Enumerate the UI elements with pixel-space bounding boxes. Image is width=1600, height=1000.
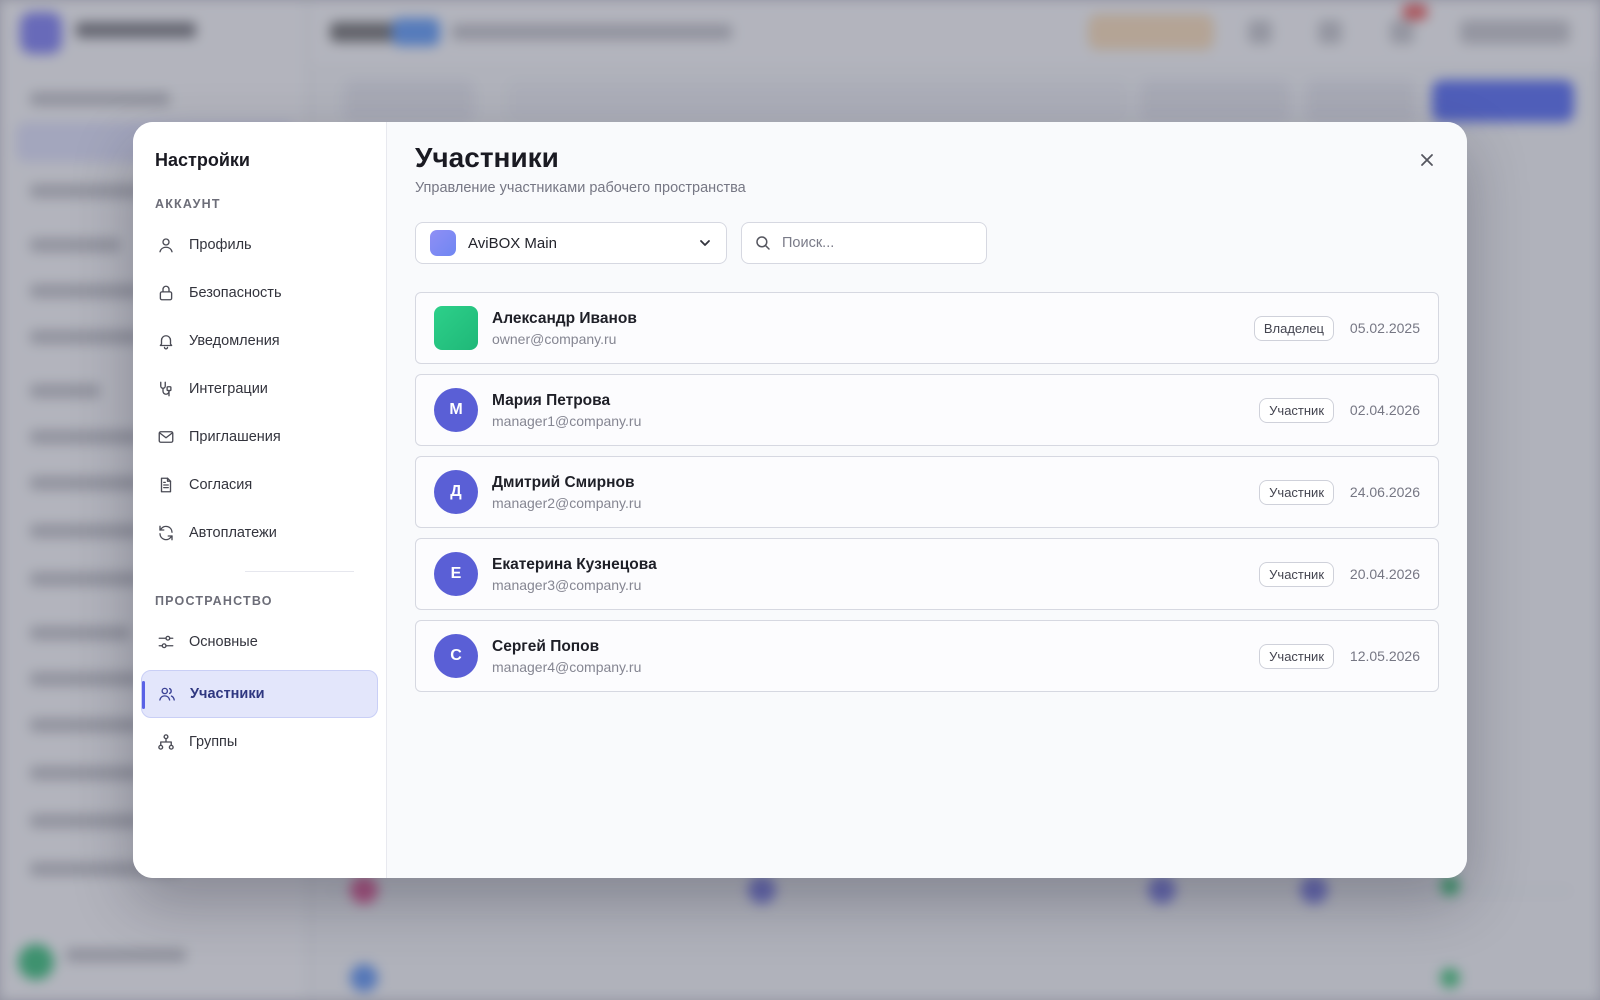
member-name: Екатерина Кузнецова — [492, 555, 657, 573]
page-subtitle: Управление участниками рабочего простран… — [415, 180, 746, 196]
settings-nav-invitations[interactable]: Приглашения — [141, 413, 378, 461]
member-avatar: Д — [434, 470, 478, 514]
member-email: manager1@company.ru — [492, 412, 642, 429]
member-name: Сергей Попов — [492, 637, 600, 655]
chevron-down-icon — [700, 240, 710, 246]
member-email: manager4@company.ru — [492, 658, 642, 675]
filters-bar: AviBOX Main — [415, 222, 1439, 264]
sliders-icon — [158, 635, 174, 649]
user-icon — [159, 238, 173, 253]
settings-nav-label: Группы — [189, 734, 238, 750]
member-name: Дмитрий Смирнов — [492, 473, 635, 491]
settings-nav-label: Автоплатежи — [189, 525, 277, 541]
member-date: 02.04.2026 — [1349, 402, 1420, 418]
member-row[interactable]: Д Дмитрий Смирнов manager2@company.ru Уч… — [415, 456, 1439, 528]
settings-nav-profile[interactable]: Профиль — [141, 221, 378, 269]
nav-divider — [245, 571, 354, 572]
refresh-icon — [159, 525, 173, 541]
close-button[interactable] — [1415, 148, 1439, 172]
member-email: manager2@company.ru — [492, 494, 642, 511]
settings-nav-members[interactable]: Участники — [141, 670, 378, 718]
member-date: 20.04.2026 — [1349, 566, 1420, 582]
member-name: Александр Иванов — [492, 309, 637, 327]
integration-icon — [160, 381, 172, 397]
member-date: 05.02.2025 — [1349, 320, 1420, 336]
document-icon — [160, 477, 172, 493]
member-row[interactable]: Александр Иванов owner@company.ru Владел… — [415, 292, 1439, 364]
role-badge: Участник — [1259, 479, 1334, 505]
workspace-select-value: AviBOX Main — [468, 234, 557, 252]
settings-nav-label: Безопасность — [189, 285, 282, 301]
workspace-swatch — [430, 230, 456, 256]
workspace-select[interactable]: AviBOX Main — [415, 222, 727, 264]
member-avatar: М — [434, 388, 478, 432]
settings-nav-groups[interactable]: Группы — [141, 718, 378, 766]
users-icon — [159, 687, 175, 701]
member-name: Мария Петрова — [492, 391, 611, 409]
member-info: Сергей Попов manager4@company.ru — [492, 638, 1259, 675]
settings-nav-label: Уведомления — [189, 333, 280, 349]
member-info: Дмитрий Смирнов manager2@company.ru — [492, 474, 1259, 511]
search-field[interactable] — [741, 222, 987, 264]
members-list: Александр Иванов owner@company.ru Владел… — [415, 292, 1439, 692]
role-badge: Участник — [1259, 643, 1334, 669]
member-row[interactable]: Е Екатерина Кузнецова manager3@company.r… — [415, 538, 1439, 610]
close-icon — [1421, 154, 1433, 166]
member-avatar: С — [434, 634, 478, 678]
settings-nav-label: Участники — [190, 686, 265, 702]
settings-nav-label: Приглашения — [189, 429, 281, 445]
settings-sidebar: Настройки АККАУНТ Профиль Безопасность У… — [133, 122, 387, 878]
member-avatar: Е — [434, 552, 478, 596]
settings-nav-label: Основные — [189, 634, 258, 650]
settings-title: Настройки — [155, 150, 250, 170]
member-info: Екатерина Кузнецова manager3@company.ru — [492, 556, 1259, 593]
page-title: Участники — [415, 142, 559, 173]
member-email: owner@company.ru — [492, 330, 617, 347]
role-badge: Участник — [1259, 561, 1334, 587]
member-email: manager3@company.ru — [492, 576, 642, 593]
member-info: Александр Иванов owner@company.ru — [492, 310, 1254, 347]
settings-nav-consents[interactable]: Согласия — [141, 461, 378, 509]
settings-modal: Настройки АККАУНТ Профиль Безопасность У… — [133, 122, 1467, 878]
settings-nav-notifications[interactable]: Уведомления — [141, 317, 378, 365]
bell-icon — [159, 335, 173, 350]
settings-nav-autopayments[interactable]: Автоплатежи — [141, 509, 378, 557]
member-avatar — [434, 306, 478, 350]
settings-nav-integrations[interactable]: Интеграции — [141, 365, 378, 413]
member-date: 24.06.2026 — [1349, 484, 1420, 500]
search-icon — [756, 236, 770, 250]
settings-nav-label: Профиль — [189, 237, 252, 253]
mail-icon — [158, 431, 174, 443]
role-badge: Владелец — [1253, 315, 1334, 341]
settings-nav-security[interactable]: Безопасность — [141, 269, 378, 317]
settings-nav-general[interactable]: Основные — [141, 618, 378, 666]
search-input[interactable] — [782, 235, 972, 251]
hierarchy-icon — [158, 734, 174, 750]
settings-nav-label: Интеграции — [189, 381, 268, 397]
member-info: Мария Петрова manager1@company.ru — [492, 392, 1259, 429]
settings-nav-label: Согласия — [189, 477, 253, 493]
role-badge: Участник — [1259, 397, 1334, 423]
member-row[interactable]: М Мария Петрова manager1@company.ru Учас… — [415, 374, 1439, 446]
lock-icon — [159, 285, 173, 301]
member-date: 12.05.2026 — [1349, 648, 1420, 664]
member-row[interactable]: С Сергей Попов manager4@company.ru Участ… — [415, 620, 1439, 692]
space-section-label: ПРОСТРАНСТВО — [155, 594, 273, 608]
account-section-label: АККАУНТ — [155, 197, 221, 211]
members-panel: Участники Управление участниками рабочег… — [387, 122, 1467, 878]
